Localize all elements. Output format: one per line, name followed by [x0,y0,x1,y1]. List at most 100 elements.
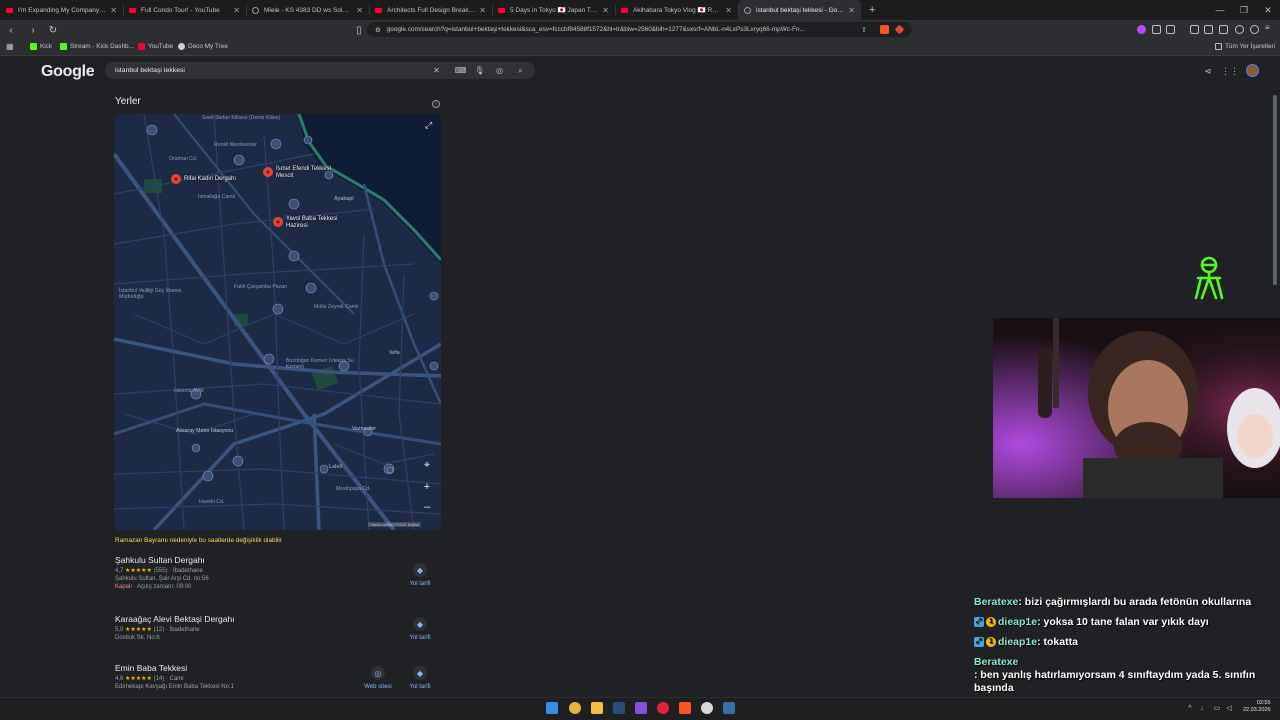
microphone-icon[interactable]: 🎙 [474,65,485,76]
media-icon[interactable] [1190,25,1199,34]
map-attribution: Harita verileri ©2026 Şartlar [368,522,422,527]
share-icon[interactable]: ⋖ [1202,65,1214,77]
reload-icon[interactable]: ↻ [45,22,61,38]
close-tab-icon[interactable]: ✕ [848,6,855,15]
extension-icon[interactable] [1166,25,1175,34]
url-text: google.com/search?q=istanbul+bektaşi+tek… [386,26,805,33]
tab-1[interactable]: Full Condo Tour! - YouTube ✕ [123,0,246,20]
holiday-notice: Ramazan Bayramı nedeniyle bu saatlerde d… [115,537,282,544]
chrome-icon[interactable] [569,702,581,714]
volume-icon[interactable]: ◁ [1225,704,1233,712]
map-pin-label[interactable]: Rifai Kadiri Dergahı [184,176,236,183]
account-avatar[interactable] [1246,64,1259,77]
tab-3[interactable]: Architects Full Design Breakdown of ✕ [369,0,492,20]
tab-2[interactable]: Miele - KS 4383 DD ws Solo Buzdolabı✕ [246,0,369,20]
system-clock[interactable]: 02:55 22.03.2026 [1243,700,1271,714]
lens-icon[interactable]: ◎ [494,65,505,76]
tab-0[interactable]: I'm Expanding My Company to New✕ [0,0,123,20]
place-result[interactable]: Şahkulu Sultan Dergahı 4,7 ★★★★★ (555) ·… [115,555,445,590]
address-bar[interactable]: ⚙ google.com/search?q=istanbul+bektaşi+t… [367,22,912,37]
close-tab-icon[interactable]: ✕ [233,6,240,15]
file-explorer-icon[interactable] [591,702,603,714]
tab-title: Miele - KS 4383 DD ws Solo Buzdolabı [264,6,353,14]
discord-icon[interactable] [635,702,647,714]
brave-icon[interactable] [679,702,691,714]
directions-button[interactable]: ◆ Yol tarifi [400,617,440,641]
google-logo[interactable]: Google [41,63,95,81]
tab-6-active[interactable]: istanbul bektaşi tekkesi - Google ✕ [738,0,861,20]
youtube-icon [6,7,13,13]
new-tab-icon[interactable]: + [869,4,875,16]
site-info-icon[interactable]: ⚙ [375,26,381,34]
wallet-icon[interactable] [1219,25,1228,34]
map-label: Oraman Cd. [169,156,198,162]
bookmark-youtube[interactable]: YouTube [138,43,173,50]
map-label: Renkli Merdivenler [214,142,257,148]
star-rating: ★★★★★ [125,627,152,633]
close-window-icon[interactable]: ✕ [1256,0,1280,20]
extension-icon[interactable] [1137,25,1146,34]
apps-grid-icon[interactable]: ⋮⋮ [1221,65,1239,77]
opera-icon[interactable] [657,702,669,714]
keyboard-icon[interactable]: ⌨ [455,65,467,76]
back-icon[interactable]: ‹ [3,22,19,38]
share-icon[interactable]: ⇪ [861,26,870,35]
menu-icon[interactable]: ≡ [1265,23,1274,32]
download-icon[interactable]: ↓ [1198,704,1206,712]
chat-message: Beratexe : bizi çağırmışlardı bu arada f… [974,596,1274,609]
bookmark-deco-my-tree[interactable]: Deco My Tree [178,43,228,50]
obs-icon[interactable] [701,702,713,714]
directions-button[interactable]: ◆ Yol tarifi [400,666,440,690]
expand-map-icon[interactable]: ⤢ [425,120,432,131]
search-box[interactable]: ✕ ⌨ 🎙 ◎ ⌕ [105,62,535,79]
all-bookmarks-folder[interactable]: Tüm Yer İşaretleri [1215,43,1275,50]
vpn-icon[interactable] [1235,25,1244,34]
bookmark-kick-dashboard[interactable]: Stream - Kick Dashb... [60,43,134,50]
bookmark-kick[interactable]: Kick [30,43,52,50]
tab-title: Akihabara Tokyo Vlog 🇯🇵 Retro Gaming [633,7,721,14]
zoom-out-button[interactable]: – [420,500,434,514]
start-icon[interactable] [546,702,558,714]
close-tab-icon[interactable]: ✕ [479,6,486,15]
chat-text: : bizi çağırmışlardı bu arada fetönün ok… [1018,596,1252,608]
page-scrollbar[interactable] [1273,95,1277,285]
place-name[interactable]: Karaağaç Alevi Bektaşi Dergahı [115,614,445,624]
map-view[interactable]: Sveti Stefan Kilisesi (Demir Kilise) Ren… [114,114,441,530]
steam-icon[interactable] [723,702,735,714]
tray-chevron-icon[interactable]: ^ [1186,704,1194,712]
tab-title: Architects Full Design Breakdown of [387,6,475,14]
place-result[interactable]: Karaağaç Alevi Bektaşi Dergahı 5,0 ★★★★★… [115,614,445,641]
website-button[interactable]: ◎ Web sitesi [358,666,398,690]
my-location-icon[interactable]: ⌖ [420,458,434,472]
steam-icon[interactable] [613,702,625,714]
close-tab-icon[interactable]: ✕ [602,6,609,15]
apps-grid-icon[interactable]: ▦ [6,42,14,51]
network-icon[interactable]: ▭ [1213,704,1221,712]
map-pin-label[interactable]: Yavsi Baba Tekkesi Haziresi [286,216,350,230]
chat-text: : tokatta [1037,636,1078,648]
youtube-icon [129,7,136,13]
sidebar-icon[interactable] [1204,25,1213,34]
close-tab-icon[interactable]: ✕ [725,6,732,15]
bookmark-page-icon[interactable]: ▯ [351,22,367,38]
chat-message: ⤢ 1 dieap1e : tokatta [974,636,1274,649]
search-icon[interactable]: ⌕ [515,65,526,76]
directions-icon: ◆ [413,666,427,680]
map-pin-label[interactable]: İsmet Efendi Tekkesi Mescit [276,166,336,180]
tab-4[interactable]: 5 Days in Tokyo 🇯🇵 Japan Travel Vlog ✕ [492,0,615,20]
profile-icon[interactable] [1250,25,1259,34]
extension-icon[interactable] [1152,25,1161,34]
forward-icon[interactable]: › [25,22,41,38]
close-tab-icon[interactable]: ✕ [110,6,117,15]
directions-button[interactable]: ◆ Yol tarifi [400,563,440,587]
clear-search-icon[interactable]: ✕ [431,65,442,76]
close-tab-icon[interactable]: ✕ [356,6,363,15]
place-name[interactable]: Şahkulu Sultan Dergahı [115,555,445,565]
brave-shield-icon[interactable] [880,25,889,34]
tab-5[interactable]: Akihabara Tokyo Vlog 🇯🇵 Retro Gaming ✕ [615,0,738,20]
zoom-in-button[interactable]: + [420,480,434,494]
maximize-icon[interactable]: ❐ [1232,0,1256,20]
search-input[interactable] [115,64,415,77]
minimize-icon[interactable]: — [1208,0,1232,20]
info-icon[interactable]: i [432,100,440,108]
